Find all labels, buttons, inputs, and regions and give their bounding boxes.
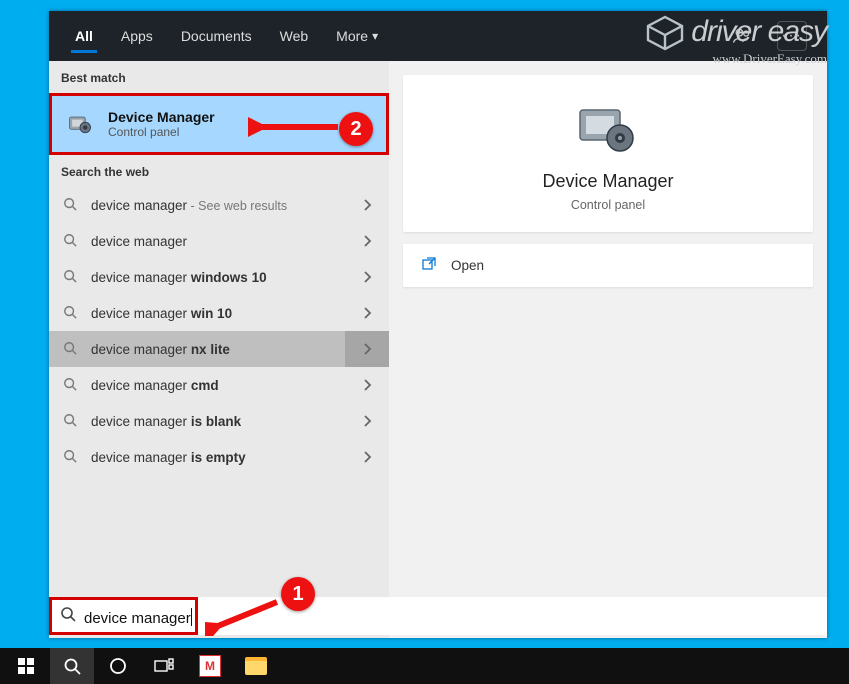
chevron-down-icon: ▾ [372, 29, 378, 43]
cortana-button[interactable] [96, 648, 140, 684]
results-column: Best match Device Manager Control panel … [49, 61, 389, 638]
best-match-title: Device Manager [108, 109, 215, 125]
web-result-item[interactable]: device manager win 10 [49, 295, 389, 331]
preview-open[interactable]: Open [403, 244, 813, 287]
tab-web[interactable]: Web [266, 11, 323, 61]
preview-card: Device Manager Control panel [403, 75, 813, 232]
chevron-right-icon[interactable] [345, 223, 389, 259]
search-icon [60, 606, 76, 627]
search-tabs: All Apps Documents Web More▾ ··· [49, 11, 827, 61]
tab-all[interactable]: All [61, 11, 107, 61]
search-icon [63, 377, 79, 394]
tab-apps[interactable]: Apps [107, 11, 167, 61]
search-icon [63, 341, 79, 358]
web-result-item[interactable]: device manager nx lite [49, 331, 389, 367]
tab-documents[interactable]: Documents [167, 11, 266, 61]
chevron-right-icon[interactable] [345, 187, 389, 223]
annotation-step-1: 1 [281, 577, 315, 611]
chevron-right-icon[interactable] [345, 439, 389, 475]
start-button[interactable] [4, 648, 48, 684]
search-icon [63, 449, 79, 466]
web-result-label: device manager is empty [91, 450, 375, 465]
web-result-item[interactable]: device manager is blank [49, 403, 389, 439]
web-result-label: device manager [91, 234, 375, 249]
preview-column: Device Manager Control panel Open [389, 61, 827, 638]
chevron-right-icon[interactable] [345, 403, 389, 439]
taskbar-explorer[interactable] [234, 648, 278, 684]
search-icon [63, 413, 79, 430]
chevron-right-icon[interactable] [345, 331, 389, 367]
web-result-label: device manager - See web results [91, 198, 375, 213]
web-result-item[interactable]: device manager - See web results [49, 187, 389, 223]
device-manager-icon [568, 95, 648, 165]
web-result-item[interactable]: device manager windows 10 [49, 259, 389, 295]
section-best-match: Best match [49, 61, 389, 93]
open-icon [421, 256, 437, 275]
web-result-label: device manager windows 10 [91, 270, 375, 285]
chevron-right-icon[interactable] [345, 367, 389, 403]
annotation-step-2: 2 [339, 112, 373, 146]
windows-search-panel: All Apps Documents Web More▾ ··· Best ma… [49, 11, 827, 638]
options-icon[interactable]: ··· [777, 21, 807, 51]
search-input-row: device manager [49, 597, 827, 635]
section-search-web: Search the web [49, 155, 389, 187]
search-input[interactable]: device manager [84, 605, 192, 627]
web-result-label: device manager win 10 [91, 306, 375, 321]
search-icon [63, 197, 79, 214]
chevron-right-icon[interactable] [345, 295, 389, 331]
preview-subtitle: Control panel [571, 198, 645, 212]
taskbar: M [0, 648, 849, 684]
feedback-icon[interactable] [727, 21, 757, 51]
web-result-label: device manager cmd [91, 378, 375, 393]
tab-more[interactable]: More▾ [322, 11, 392, 61]
web-result-label: device manager nx lite [91, 342, 375, 357]
web-result-label: device manager is blank [91, 414, 375, 429]
best-match-item[interactable]: Device Manager Control panel [49, 93, 389, 155]
taskbar-search-button[interactable] [50, 648, 94, 684]
preview-title: Device Manager [542, 171, 673, 192]
web-result-item[interactable]: device manager cmd [49, 367, 389, 403]
web-results-list: device manager - See web results device m… [49, 187, 389, 475]
best-match-subtitle: Control panel [108, 125, 215, 139]
search-icon [63, 233, 79, 250]
device-manager-icon [66, 110, 94, 138]
taskbar-gmail[interactable]: M [188, 648, 232, 684]
web-result-item[interactable]: device manager [49, 223, 389, 259]
preview-open-label: Open [451, 258, 484, 273]
chevron-right-icon[interactable] [345, 259, 389, 295]
task-view-button[interactable] [142, 648, 186, 684]
search-input-highlight: device manager [49, 597, 198, 635]
search-icon [63, 305, 79, 322]
web-result-item[interactable]: device manager is empty [49, 439, 389, 475]
search-icon [63, 269, 79, 286]
